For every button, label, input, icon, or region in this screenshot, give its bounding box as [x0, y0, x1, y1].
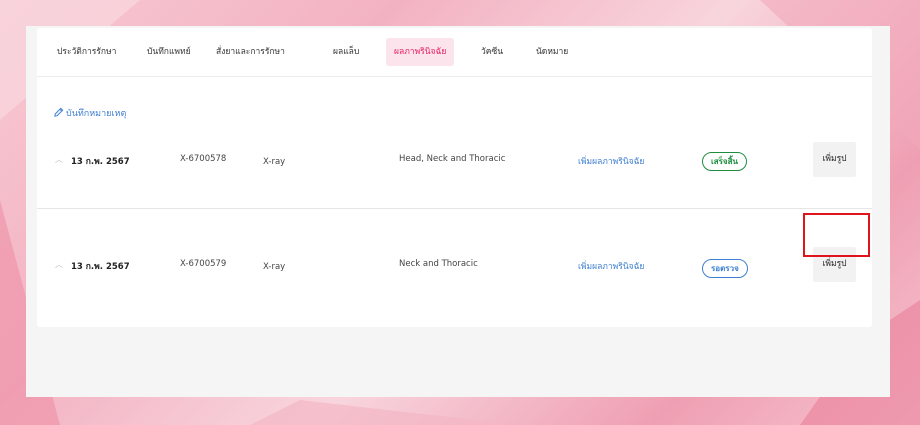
row-date: 13 ก.พ. 2567 [71, 157, 130, 167]
tab-appointments[interactable]: นัดหมาย [528, 38, 576, 66]
row-code: X-6700578 [180, 154, 227, 164]
add-image-button[interactable]: เพิ่มรูป [813, 142, 856, 177]
row-code: X-6700579 [180, 259, 227, 269]
table-row: ︿ 13 ก.พ. 2567 X-6700578 X-ray Head, Nec… [37, 130, 872, 208]
add-image-button[interactable]: เพิ่มรูป [813, 247, 856, 282]
tab-treatment-history[interactable]: ประวัติการรักษา [49, 38, 124, 66]
add-imaging-result-link[interactable]: เพิ่มผลภาพรินิจฉัย [578, 154, 644, 168]
tab-imaging-results[interactable]: ผลภาพรินิจฉัย [386, 38, 455, 66]
add-imaging-result-link[interactable]: เพิ่มผลภาพรินิจฉัย [578, 259, 644, 273]
add-note-label: บันทึกหมายเหตุ [66, 109, 127, 119]
record-tabs: ประวัติการรักษา บันทึกแพทย์ สั่งยาและการ… [37, 28, 872, 77]
add-note-link[interactable]: บันทึกหมายเหตุ [53, 106, 126, 120]
row-description: Neck and Thoracic [399, 259, 478, 269]
chevron-up-icon[interactable]: ︿ [55, 259, 63, 270]
row-description: Head, Neck and Thoracic [399, 154, 506, 164]
status-badge: เสร็จสิ้น [702, 152, 747, 171]
tab-doctor-notes[interactable]: บันทึกแพทย์ [139, 38, 199, 66]
pencil-icon [54, 107, 64, 117]
tab-lab-results[interactable]: ผลแล็บ [325, 38, 367, 66]
row-type: X-ray [263, 262, 286, 272]
chevron-up-icon[interactable]: ︿ [55, 154, 63, 165]
tab-orders[interactable]: สั่งยาและการรักษา [208, 38, 293, 66]
tab-vaccines[interactable]: วัคซีน [473, 38, 511, 66]
row-date: 13 ก.พ. 2567 [71, 262, 130, 272]
row-type: X-ray [263, 157, 286, 167]
status-badge: รอตรวจ [702, 259, 748, 278]
imaging-card: ประวัติการรักษา บันทึกแพทย์ สั่งยาและการ… [37, 28, 872, 327]
table-row: ︿ 13 ก.พ. 2567 X-6700579 X-ray Neck and … [37, 208, 872, 287]
